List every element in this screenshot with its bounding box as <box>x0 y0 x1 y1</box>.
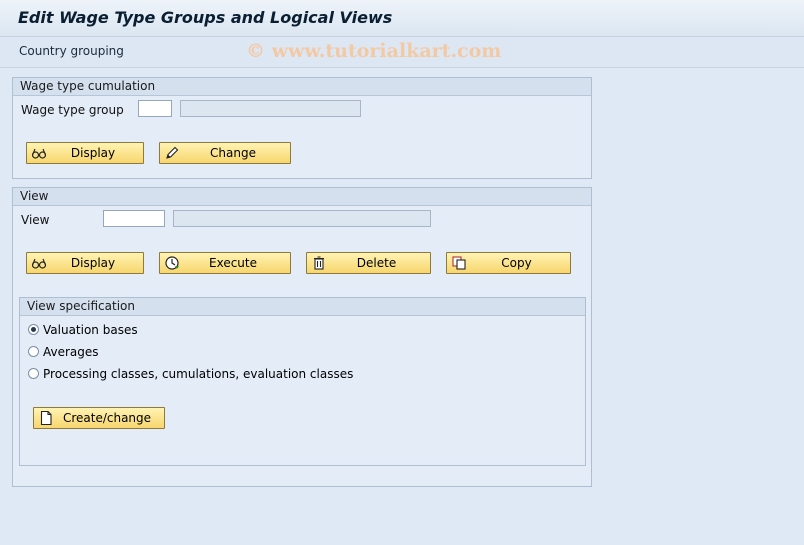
view-description <box>173 210 431 227</box>
create-change-button[interactable]: Create/change <box>33 407 165 429</box>
button-label: Create/change <box>62 411 152 425</box>
button-label: Display <box>70 146 116 160</box>
glasses-icon <box>31 148 47 159</box>
group-header: View specification <box>20 298 585 316</box>
pencil-icon <box>166 146 179 159</box>
application-toolbar: Country grouping © www.tutorialkart.com <box>0 37 804 68</box>
group-header: View <box>13 188 591 206</box>
blank-document-icon <box>40 410 52 426</box>
wage-type-group-description <box>180 100 361 117</box>
country-grouping-button[interactable]: Country grouping <box>19 44 124 58</box>
view-group: View View Display Execute Delete Copy Vi… <box>12 187 592 487</box>
view-label: View <box>21 213 50 227</box>
wage-type-group-input[interactable] <box>138 100 172 117</box>
watermark-text: © www.tutorialkart.com <box>246 40 502 62</box>
wage-type-cumulation-group: Wage type cumulation Wage type group Dis… <box>12 77 592 179</box>
change-wage-type-group-button[interactable]: Change <box>159 142 291 164</box>
page-title: Edit Wage Type Groups and Logical Views <box>18 8 393 27</box>
radio-label: Processing classes, cumulations, evaluat… <box>43 367 354 381</box>
view-specification-group: View specification Valuation bases Avera… <box>19 297 586 466</box>
title-bar: Edit Wage Type Groups and Logical Views <box>0 0 804 37</box>
group-title: Wage type cumulation <box>20 79 156 93</box>
trash-icon <box>314 256 324 270</box>
radio-button[interactable] <box>28 324 39 335</box>
radio-label: Averages <box>43 345 99 359</box>
group-title: View specification <box>27 299 135 313</box>
button-label: Display <box>70 256 116 270</box>
wage-type-group-label: Wage type group <box>21 103 124 117</box>
glasses-icon <box>31 258 47 269</box>
button-label: Delete <box>356 256 397 270</box>
radio-button[interactable] <box>28 346 39 357</box>
execute-view-button[interactable]: Execute <box>159 252 291 274</box>
group-header: Wage type cumulation <box>13 78 591 96</box>
delete-view-button[interactable]: Delete <box>306 252 431 274</box>
radio-label: Valuation bases <box>43 323 138 337</box>
view-input[interactable] <box>103 210 165 227</box>
radio-button[interactable] <box>28 368 39 379</box>
display-view-button[interactable]: Display <box>26 252 144 274</box>
clock-execute-icon <box>165 256 179 270</box>
copy-icon <box>452 256 466 270</box>
group-title: View <box>20 189 49 203</box>
display-wage-type-group-button[interactable]: Display <box>26 142 144 164</box>
copy-view-button[interactable]: Copy <box>446 252 571 274</box>
button-label: Execute <box>209 256 257 270</box>
button-label: Change <box>210 146 256 160</box>
button-label: Copy <box>501 256 532 270</box>
